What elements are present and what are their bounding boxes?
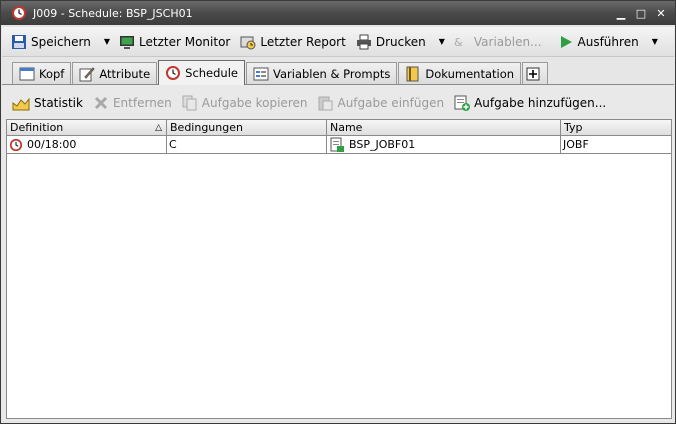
print-label: Drucken (375, 34, 426, 49)
tab-kopf-label: Kopf (39, 66, 65, 81)
window-controls: ▁ □ ✕ (613, 5, 669, 21)
add-task-label: Aufgabe hinzufügen... (474, 96, 607, 110)
remove-label: Entfernen (112, 96, 172, 110)
variables-icon: & (454, 36, 463, 49)
schedule-clock-icon (166, 66, 181, 80)
delete-x-icon (94, 96, 108, 110)
variables-label: Variablen... (473, 34, 542, 49)
execute-button[interactable]: Ausführen (555, 30, 642, 54)
execute-dropdown-arrow[interactable]: ▼ (652, 37, 658, 46)
column-header-name[interactable]: Name (327, 120, 561, 135)
paste-task-label: Aufgabe einfügen (337, 96, 445, 110)
edit-icon (79, 66, 96, 81)
header-icon (19, 67, 35, 80)
tab-schedule-label: Schedule (185, 66, 238, 80)
tab-kopf[interactable]: Kopf (12, 62, 72, 84)
statistics-chart-icon (12, 97, 30, 111)
execute-label: Ausführen (577, 34, 639, 49)
schedule-panel: Statistik Entfernen Aufgabe kopieren Auf… (2, 85, 674, 421)
paste-clipboard-icon (318, 96, 333, 111)
tab-documentation[interactable]: Dokumentation (398, 62, 522, 84)
schedule-clock-icon (12, 6, 26, 20)
last-monitor-button[interactable]: Letzter Monitor (116, 30, 233, 54)
application-window: J009 - Schedule: BSP_JSCH01 ▁ □ ✕ Speich… (0, 0, 676, 424)
tab-variables-prompts[interactable]: Variablen & Prompts (246, 62, 398, 84)
close-button[interactable]: ✕ (653, 5, 669, 21)
column-header-conditions[interactable]: Bedingungen (167, 120, 327, 135)
tab-variables-prompts-label: Variablen & Prompts (273, 66, 391, 81)
documentation-icon (406, 66, 419, 81)
file-transfer-job-icon (330, 137, 344, 152)
statistics-button[interactable]: Statistik (12, 95, 83, 111)
cell-conditions: C (167, 136, 327, 153)
copy-task-button[interactable]: Aufgabe kopieren (182, 95, 308, 111)
column-header-definition[interactable]: Definition △ (7, 120, 167, 135)
floppy-disk-icon (12, 34, 26, 49)
remove-button[interactable]: Entfernen (93, 95, 172, 111)
add-tab-button[interactable] (522, 62, 549, 84)
paste-task-button[interactable]: Aufgabe einfügen (317, 95, 444, 111)
table-header: Definition △ Bedingungen Name Typ (7, 120, 671, 136)
copy-icon (182, 95, 197, 111)
tab-bar: Kopf Attribute Schedule Variablen & Prom… (2, 59, 674, 85)
cell-definition: 00/18:00 (7, 136, 167, 153)
add-task-icon (454, 95, 471, 111)
schedule-clock-icon (9, 138, 23, 151)
print-dropdown-arrow[interactable]: ▼ (439, 37, 445, 46)
copy-task-label: Aufgabe kopieren (201, 96, 308, 110)
main-toolbar: Speichern ▼ Letzter Monitor Letzter Repo… (2, 27, 674, 57)
column-header-type[interactable]: Typ (561, 120, 671, 135)
printer-icon (356, 34, 371, 49)
tab-attribute[interactable]: Attribute (72, 62, 158, 84)
maximize-button[interactable]: □ (633, 5, 649, 21)
cell-type: JOBF (563, 138, 589, 151)
window-title: J009 - Schedule: BSP_JSCH01 (33, 6, 193, 20)
print-button[interactable]: Drucken (353, 30, 429, 54)
save-button[interactable]: Speichern (8, 30, 94, 54)
svg-text:&: & (454, 36, 463, 49)
report-icon (240, 36, 256, 49)
variables-table-icon (253, 67, 269, 80)
statistics-label: Statistik (34, 96, 83, 110)
save-label: Speichern (31, 34, 91, 49)
tab-schedule[interactable]: Schedule (158, 60, 245, 85)
last-report-button[interactable]: Letzter Report (237, 30, 348, 54)
tab-documentation-label: Dokumentation (425, 66, 515, 81)
schedule-toolbar: Statistik Entfernen Aufgabe kopieren Auf… (6, 89, 672, 117)
tab-attribute-label: Attribute (99, 66, 151, 81)
last-report-label: Letzter Report (260, 34, 346, 49)
plus-icon (526, 67, 540, 80)
minimize-button[interactable]: ▁ (613, 5, 629, 21)
variables-button[interactable]: & Variablen... (451, 30, 545, 54)
title-bar: J009 - Schedule: BSP_JSCH01 ▁ □ ✕ (1, 1, 675, 25)
play-icon (560, 35, 572, 48)
cell-name: BSP_JOBF01 (327, 136, 561, 153)
last-monitor-label: Letzter Monitor (139, 34, 231, 49)
add-task-button[interactable]: Aufgabe hinzufügen... (454, 95, 606, 111)
table-row[interactable]: 00/18:00 C BSP_JOBF01 JOBF (7, 136, 671, 154)
monitor-icon (120, 35, 135, 49)
sort-ascending-icon: △ (155, 122, 162, 133)
schedule-task-table: Definition △ Bedingungen Name Typ 00/18:… (6, 119, 672, 419)
save-dropdown-arrow[interactable]: ▼ (104, 37, 110, 46)
